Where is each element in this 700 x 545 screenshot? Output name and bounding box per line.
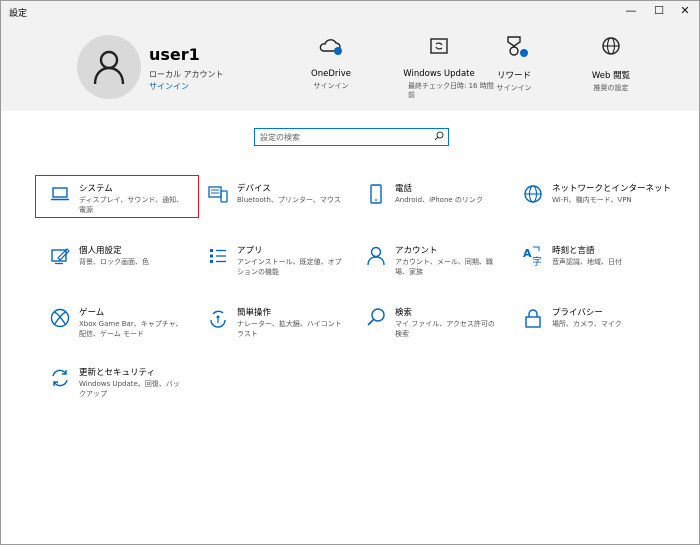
onedrive-icon [276,35,386,61]
update-security-icon [52,369,68,387]
tile-search[interactable]: 検索 マイ ファイル、アクセス許可の検索 [351,299,516,344]
rewards-icon [459,35,569,61]
tile-title: 電話 [395,184,413,194]
settings-window: 設定 — ☐ ✕ user1 ローカル アカウント サインイン OneDrive… [0,0,700,545]
svg-text:A: A [523,247,532,260]
tile-title: アプリ [237,246,263,256]
username: user1 [149,45,200,64]
tile-devices[interactable]: デバイス Bluetooth、プリンター、マウス [193,175,358,220]
tile-title: アカウント [395,246,438,256]
rewards-card[interactable]: リワード サインイン [459,35,569,93]
tile-title: 個人用設定 [79,246,122,256]
phone-icon [370,184,382,204]
window-title: 設定 [9,9,28,19]
account-type: ローカル アカウント [149,70,224,79]
tile-desc: Bluetooth、プリンター、マウス [237,196,341,204]
tile-desc: Xbox Game Bar、キャプチャ、配信、ゲーム モード [79,320,183,338]
tile-desc: ナレーター、拡大鏡、ハイコントラスト [237,320,342,338]
tile-desc: Android、iPhone のリンク [395,196,483,204]
close-button[interactable]: ✕ [671,1,699,23]
tile-desc: アンインストール、既定値、オプションの機能 [237,258,342,276]
avatar [77,35,141,99]
tile-title: デバイス [237,184,271,194]
svg-text:字: 字 [532,255,542,267]
globe-icon [556,35,666,61]
tile-desc: 背景、ロック画面、色 [79,258,149,266]
onedrive-label: OneDrive [311,69,351,79]
tile-personalization[interactable]: 個人用設定 背景、ロック画面、色 [35,237,200,282]
title-bar: 設定 — ☐ ✕ [1,1,699,23]
tile-desc: Wi-Fi、機内モード、VPN [552,196,632,204]
selection-highlight [35,175,199,218]
maximize-button[interactable]: ☐ [645,1,673,23]
devices-icon [208,186,228,203]
ease-of-access-icon [210,310,226,328]
tile-time-language[interactable]: A 字 時刻と言語 音声認識、地域、日付 [508,237,673,282]
tile-update-security[interactable]: 更新とセキュリティ Windows Update、回復、バックアップ [35,359,200,404]
person-icon [367,246,385,266]
tile-desc: Windows Update、回復、バックアップ [79,380,180,398]
tile-title: 検索 [395,308,413,318]
tile-apps[interactable]: アプリ アンインストール、既定値、オプションの機能 [193,237,358,282]
tile-desc: 場所、カメラ、マイク [552,320,622,328]
onedrive-card[interactable]: OneDrive サインイン [276,35,386,91]
tile-title: ゲーム [79,308,105,318]
personalization-icon [51,248,70,265]
tile-gaming[interactable]: ゲーム Xbox Game Bar、キャプチャ、配信、ゲーム モード [35,299,200,344]
tile-title: 更新とセキュリティ [79,368,155,378]
tile-title: 時刻と言語 [552,246,595,256]
tile-desc: 音声認識、地域、日付 [552,258,622,266]
web-browsing-sub: 推奨の設定 [593,84,629,92]
tile-title: 簡単操作 [237,308,272,318]
user-avatar-icon [93,50,125,85]
search-icon [367,308,385,326]
tile-ease-of-access[interactable]: 簡単操作 ナレーター、拡大鏡、ハイコントラスト [193,299,358,344]
web-browsing-card[interactable]: Web 閲覧 推奨の設定 [556,35,666,93]
web-browsing-label: Web 閲覧 [591,71,631,81]
search-placeholder: 設定の検索 [260,133,300,142]
tile-network[interactable]: ネットワークとインターネット Wi-Fi、機内モード、VPN [508,175,673,220]
tile-desc: マイ ファイル、アクセス許可の検索 [395,320,495,338]
signin-link[interactable]: サインイン [149,81,189,92]
settings-search-input[interactable]: 設定の検索 [254,128,449,146]
rewards-label: リワード [496,71,531,81]
tile-title: ネットワークとインターネット [552,184,672,194]
minimize-button[interactable]: — [617,1,645,23]
rewards-sub: サインイン [496,84,532,92]
onedrive-sub: サインイン [313,82,349,90]
tile-title: プライバシー [552,308,603,318]
search-icon[interactable] [434,131,444,141]
tile-accounts[interactable]: アカウント アカウント、メール、同期、職場、家族 [351,237,516,282]
account-header: user1 ローカル アカウント サインイン OneDrive サインイン Wi… [1,23,699,111]
xbox-icon [50,308,70,328]
lock-icon [525,309,541,328]
apps-icon [210,249,226,263]
tile-desc: アカウント、メール、同期、職場、家族 [395,258,493,276]
tile-privacy[interactable]: プライバシー 場所、カメラ、マイク [508,299,673,344]
tile-phone[interactable]: 電話 Android、iPhone のリンク [351,175,516,220]
globe-icon [524,185,542,203]
time-language-icon: A 字 [523,246,542,267]
